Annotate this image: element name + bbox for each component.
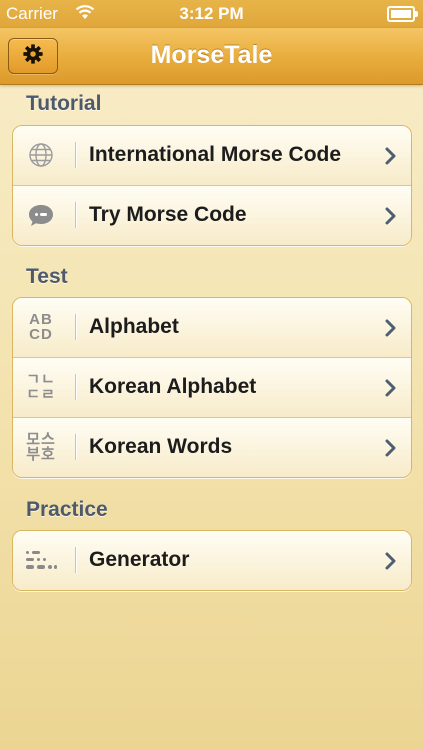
abcd-icon-line-2: CD: [29, 326, 53, 343]
morse-dots-icon: [23, 545, 59, 575]
list-item-label: Generator: [89, 548, 190, 571]
divider: [75, 434, 76, 460]
list-item-korean-words[interactable]: 모스 부호 Korean Words: [13, 417, 411, 477]
list-item-label: Korean Alphabet: [89, 375, 257, 398]
page-title: MorseTale: [150, 41, 273, 69]
divider: [75, 202, 76, 228]
hangul-icon-line-2: ㄷㄹ: [26, 386, 56, 403]
list-item-label: Try Morse Code: [89, 203, 247, 226]
battery-icon: [387, 6, 418, 22]
list-item-korean-alphabet[interactable]: ㄱㄴ ㄷㄹ Korean Alphabet: [13, 357, 411, 417]
navigation-bar: MorseTale: [0, 28, 423, 85]
divider: [75, 547, 76, 573]
chevron-right-icon: [385, 319, 397, 342]
practice-group: Generator: [12, 530, 412, 591]
list-item-alphabet[interactable]: AB CD Alphabet: [13, 298, 411, 357]
hangul-words-icon-line-1: 모스: [26, 431, 56, 448]
abcd-icon: AB CD: [23, 312, 59, 342]
divider: [75, 374, 76, 400]
chevron-right-icon: [385, 552, 397, 575]
section-header-test: Test: [26, 265, 68, 288]
chevron-right-icon: [385, 147, 397, 170]
list-item-international-morse-code[interactable]: International Morse Code: [13, 126, 411, 185]
tutorial-group: International Morse Code Try Morse Code: [12, 125, 412, 246]
hangul-icon: ㄱㄴ ㄷㄹ: [23, 372, 59, 402]
section-header-tutorial: Tutorial: [26, 92, 102, 115]
clock: 3:12 PM: [179, 4, 244, 23]
divider: [75, 314, 76, 340]
globe-icon: [23, 140, 59, 170]
test-group: AB CD Alphabet ㄱㄴ ㄷㄹ Korean Alphabet 모스 …: [12, 297, 412, 478]
chevron-right-icon: [385, 207, 397, 230]
status-bar: Carrier 3:12 PM: [0, 0, 423, 28]
list-item-label: Alphabet: [89, 315, 179, 338]
list-item-label: International Morse Code: [89, 143, 342, 166]
list-item-label: Korean Words: [89, 435, 233, 458]
abcd-icon-line-1: AB: [29, 311, 53, 328]
hangul-words-icon: 모스 부호: [23, 432, 59, 462]
hangul-words-icon-line-2: 부호: [26, 446, 56, 463]
hangul-icon-line-1: ㄱㄴ: [26, 371, 56, 388]
chevron-right-icon: [385, 379, 397, 402]
section-header-practice: Practice: [26, 498, 108, 521]
list-item-generator[interactable]: Generator: [13, 531, 411, 590]
speech-bubble-icon: [23, 200, 59, 230]
list-item-try-morse-code[interactable]: Try Morse Code: [13, 185, 411, 245]
chevron-right-icon: [385, 439, 397, 462]
divider: [75, 142, 76, 168]
